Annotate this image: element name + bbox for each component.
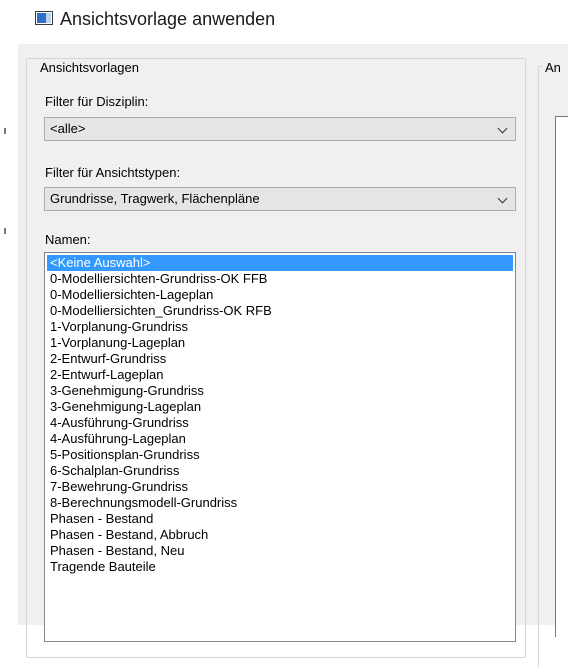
list-item[interactable]: 0-Modelliersichten-Lageplan	[47, 287, 513, 303]
list-item[interactable]: 1-Vorplanung-Grundriss	[47, 319, 513, 335]
right-panel-box	[555, 116, 568, 637]
templates-group-legend: Ansichtsvorlagen	[38, 60, 141, 75]
window-title: Ansichtsvorlage anwenden	[60, 9, 276, 29]
list-item[interactable]: 6-Schalplan-Grundriss	[47, 463, 513, 479]
window-app-icon	[35, 11, 53, 25]
title-bar: Ansichtsvorlage anwenden	[0, 0, 568, 44]
chevron-down-icon	[497, 123, 508, 134]
list-item[interactable]: 2-Entwurf-Lageplan	[47, 367, 513, 383]
list-item[interactable]: Phasen - Bestand, Neu	[47, 543, 513, 559]
list-item[interactable]: 5-Positionsplan-Grundriss	[47, 447, 513, 463]
names-label: Namen:	[45, 232, 91, 247]
list-item[interactable]: 4-Ausführung-Grundriss	[47, 415, 513, 431]
list-item[interactable]: Phasen - Bestand	[47, 511, 513, 527]
list-item[interactable]: 0-Modelliersichten_Grundriss-OK RFB	[47, 303, 513, 319]
list-item[interactable]: 3-Genehmigung-Grundriss	[47, 383, 513, 399]
list-item[interactable]: 3-Genehmigung-Lageplan	[47, 399, 513, 415]
list-item[interactable]: 1-Vorplanung-Lageplan	[47, 335, 513, 351]
list-item[interactable]: Tragende Bauteile	[47, 559, 513, 575]
list-item[interactable]: 4-Ausführung-Lageplan	[47, 431, 513, 447]
viewtype-filter-dropdown[interactable]: Grundrisse, Tragwerk, Flächenpläne	[44, 187, 516, 211]
edge-marker	[4, 228, 6, 234]
list-item[interactable]: 8-Berechnungsmodell-Grundriss	[47, 495, 513, 511]
viewtype-filter-value: Grundrisse, Tragwerk, Flächenpläne	[50, 191, 260, 206]
list-item[interactable]: <Keine Auswahl>	[47, 255, 513, 271]
edge-marker	[4, 128, 6, 134]
discipline-filter-value: <alle>	[50, 121, 86, 136]
discipline-filter-dropdown[interactable]: <alle>	[44, 117, 516, 141]
list-item[interactable]: 7-Bewehrung-Grundriss	[47, 479, 513, 495]
discipline-filter-label: Filter für Disziplin:	[45, 94, 149, 109]
names-listbox[interactable]: <Keine Auswahl> 0-Modelliersichten-Grundr…	[44, 252, 516, 642]
list-item[interactable]: 2-Entwurf-Grundriss	[47, 351, 513, 367]
viewtype-filter-label: Filter für Ansichtstypen:	[45, 165, 181, 180]
chevron-down-icon	[497, 193, 508, 204]
list-item[interactable]: Phasen - Bestand, Abbruch	[47, 527, 513, 543]
list-item[interactable]: 0-Modelliersichten-Grundriss-OK FFB	[47, 271, 513, 287]
right-group-legend: An	[543, 60, 568, 75]
